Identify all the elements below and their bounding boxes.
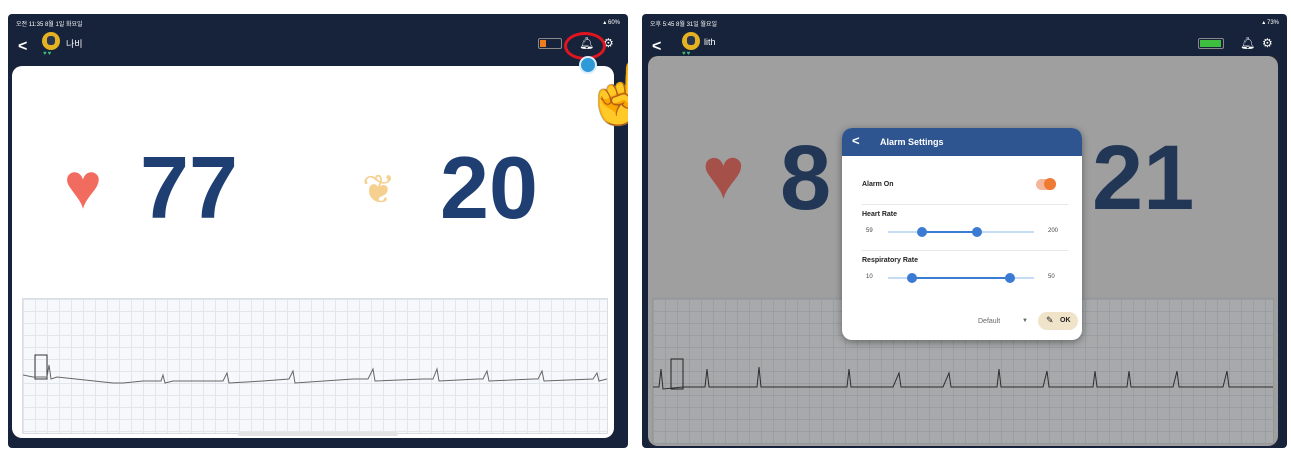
left-screenshot: 오전 11:35 8월 1일 화요일 ▴ 60% < ♥♥ 나비 🔔︎ ⚙ ♥ …	[8, 14, 628, 448]
alarm-settings-dialog: < Alarm Settings Alarm On Heart Rate 59 …	[842, 128, 1082, 340]
hearts-indicator: ♥♥	[43, 51, 53, 57]
respiratory-rate-min-thumb[interactable]	[907, 273, 918, 283]
chevron-down-icon[interactable]: ▼	[1022, 318, 1028, 324]
device-battery-icon	[1198, 38, 1224, 49]
status-battery: ▴ 60%	[603, 20, 620, 26]
status-time: 오전 11:35 8월 1일 화요일	[16, 22, 83, 28]
status-battery: ▴ 73%	[1262, 20, 1279, 26]
vitals-card: ♥ 77 ❦ 20	[12, 66, 614, 438]
heart-rate-min-thumb[interactable]	[917, 227, 928, 237]
top-bar: < ♥♥ 나비 🔔︎ ⚙	[8, 30, 628, 66]
heart-rate-min-label: 59	[866, 228, 873, 234]
heart-icon: ♥	[64, 150, 102, 222]
heart-rate-max-thumb[interactable]	[971, 227, 982, 237]
status-bar: 오후 5:45 8월 31일 월요일 ▴ 73%	[650, 17, 1279, 29]
right-screenshot: 오후 5:45 8월 31일 월요일 ▴ 73% < ♥♥ lith 🔔︎ ⚙ …	[642, 14, 1287, 448]
device-battery-icon	[538, 38, 562, 49]
respiratory-rate-min-label: 10	[866, 274, 873, 280]
heart-rate-value: 77	[140, 138, 238, 237]
respiratory-rate-max-thumb[interactable]	[1004, 273, 1015, 283]
lungs-icon: ❦	[362, 168, 396, 212]
user-name: 나비	[66, 39, 83, 49]
ecg-chart	[22, 298, 608, 434]
ecg-waveform	[22, 354, 608, 384]
dialog-back-icon[interactable]: <	[852, 133, 860, 148]
status-bar: 오전 11:35 8월 1일 화요일 ▴ 60%	[16, 17, 620, 29]
device-battery-level	[1200, 40, 1221, 47]
respiratory-rate-slider-fill	[912, 277, 1010, 279]
device-battery-level	[540, 40, 546, 47]
heart-rate-max-label: 200	[1048, 228, 1059, 234]
pencil-icon: ✎	[1046, 315, 1054, 325]
pointing-hand-icon: ☝	[583, 62, 628, 127]
back-icon[interactable]: <	[652, 38, 661, 56]
avatar[interactable]	[682, 32, 700, 50]
ok-button-label: OK	[1060, 317, 1071, 324]
respiratory-rate-max-label: 50	[1048, 274, 1055, 280]
user-name: lith	[704, 37, 716, 47]
preset-select[interactable]: Default	[978, 318, 1000, 325]
dialog-title: Alarm Settings	[880, 137, 944, 147]
heart-rate-slider-fill	[922, 231, 977, 233]
divider	[862, 250, 1068, 251]
back-icon[interactable]: <	[18, 38, 27, 56]
settings-icon[interactable]: ⚙	[1262, 36, 1273, 50]
alarm-on-toggle[interactable]	[1036, 178, 1056, 190]
heart-rate-label: Heart Rate	[862, 211, 898, 218]
home-indicator	[238, 432, 398, 436]
status-time: 오후 5:45 8월 31일 월요일	[650, 22, 717, 28]
bell-icon[interactable]: 🔔︎	[1240, 36, 1255, 50]
respiratory-rate-label: Respiratory Rate	[862, 257, 919, 264]
alarm-on-label: Alarm On	[862, 181, 894, 188]
respiratory-rate-value: 20	[440, 138, 538, 237]
dialog-header: < Alarm Settings	[842, 128, 1082, 156]
ok-button[interactable]: ✎ OK	[1038, 312, 1078, 330]
avatar[interactable]	[42, 32, 60, 50]
divider	[862, 204, 1068, 205]
